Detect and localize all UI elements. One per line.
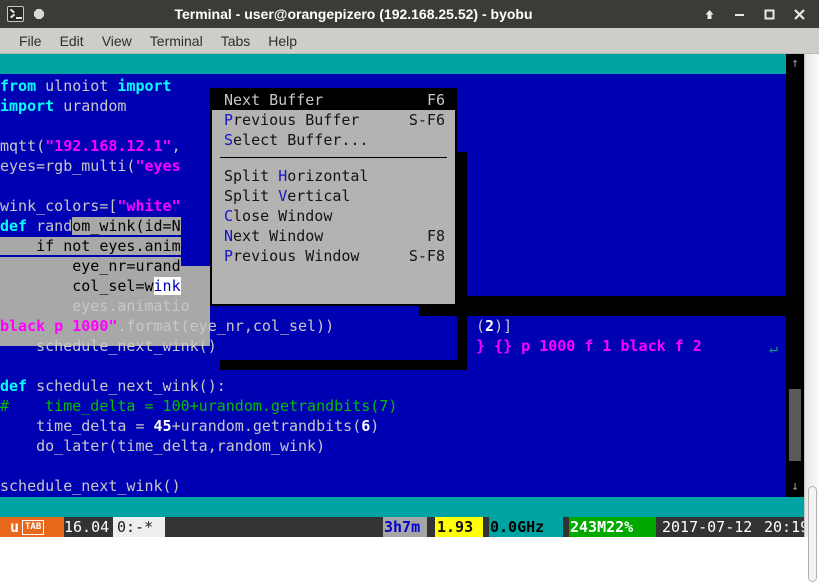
menu-item-previous-buffer[interactable]: Previous Buffer S-F6 (212, 110, 455, 130)
menu-item-close-window[interactable]: Close Window (212, 206, 455, 226)
menu-item-previous-window[interactable]: Previous Window S-F8 (212, 246, 455, 266)
window-title: Terminal - user@orangepizero (192.168.25… (174, 6, 533, 22)
window-controls (703, 8, 819, 21)
window-menu-popup[interactable]: Next Buffer F6 Previous Buffer S-F6 Sele… (210, 88, 457, 306)
editor-status-line: /home/user/ulnoiot/examples/owl/user.py … (0, 497, 804, 536)
session-indicator: 0:-* (117, 518, 154, 536)
code-line-comment: # time_delta = 100+urandom.getrandbits(7… (0, 397, 398, 415)
menubar-item-file[interactable]: File (10, 31, 51, 51)
code-line: def schedule_next_wink(): (0, 377, 226, 395)
code-line: do_later(time_delta,random_wink) (0, 437, 326, 455)
menubar-item-view[interactable]: View (93, 31, 141, 51)
menu-item-next-window[interactable]: Next Window F8 (212, 226, 455, 246)
title-bar: Terminal - user@orangepizero (192.168.25… (0, 0, 819, 28)
cpu-frequency: 0.0GHz (490, 518, 545, 536)
menubar-item-edit[interactable]: Edit (51, 31, 93, 51)
menubar-item-terminal[interactable]: Terminal (141, 31, 212, 51)
terminal-window: Terminal - user@orangepizero (192.168.25… (0, 0, 819, 582)
scroll-up-icon[interactable]: ↑ (786, 54, 804, 74)
minimize-button[interactable] (733, 8, 746, 21)
menubar-item-help[interactable]: Help (259, 31, 306, 51)
nano-menubar: File Edit Search Window Tools Options He… (0, 54, 804, 93)
terminal-icon[interactable] (7, 6, 24, 22)
application-menubar: File Edit View Terminal Tabs Help (0, 28, 819, 54)
terminal-scrollbar[interactable]: ↑ ↓ (786, 54, 804, 497)
shade-button[interactable] (703, 8, 716, 21)
byobu-status-bar: u TAB 16.04 0:-* 3h7m 1.93 0.0GHz 243M22… (0, 517, 804, 537)
menu-shadow-right (457, 152, 467, 370)
window-scrollbar[interactable] (804, 54, 819, 582)
scrollbar-thumb[interactable] (789, 389, 801, 461)
close-button[interactable] (793, 8, 806, 21)
ubuntu-logo-icon: u (10, 518, 20, 536)
memory-usage: 243M22% (570, 518, 634, 536)
uptime: 3h7m (384, 518, 421, 536)
pane-gap (419, 296, 786, 316)
code-line: schedule_next_wink() (0, 477, 181, 495)
menubar-item-tabs[interactable]: Tabs (212, 31, 260, 51)
load-average: 1.93 (437, 518, 474, 536)
scroll-down-icon[interactable]: ↓ (786, 477, 804, 497)
terminal-screen[interactable]: File Edit Search Window Tools Options He… (0, 54, 804, 537)
menu-item-next-buffer[interactable]: Next Buffer F6 (212, 90, 455, 110)
menu-item-select-buffer[interactable]: Select Buffer... (212, 130, 455, 150)
wrap-marker-icon: ↵ (769, 339, 779, 357)
window-scrollbar-thumb[interactable] (808, 486, 817, 582)
maximize-button[interactable] (763, 8, 776, 21)
menu-item-split-vertical[interactable]: Split Vertical (212, 186, 455, 206)
code-fragment-right: } {} p 1000 f 1 black f 2 (476, 337, 702, 355)
code-fragment-right: (2)] (476, 317, 513, 335)
code-line: time_delta = 45+urandom.getrandbits(6) (0, 417, 380, 435)
menu-shadow-bottom (220, 360, 467, 370)
date: 2017-07-12 (662, 518, 753, 536)
menu-separator (220, 157, 447, 158)
release-version: 16.04 (64, 518, 110, 536)
menu-item-split-horizontal[interactable]: Split Horizontal (212, 166, 455, 186)
tab-badge-icon: TAB (22, 520, 45, 535)
sticky-icon[interactable] (34, 9, 44, 19)
time: 20:19:50 (764, 518, 804, 536)
